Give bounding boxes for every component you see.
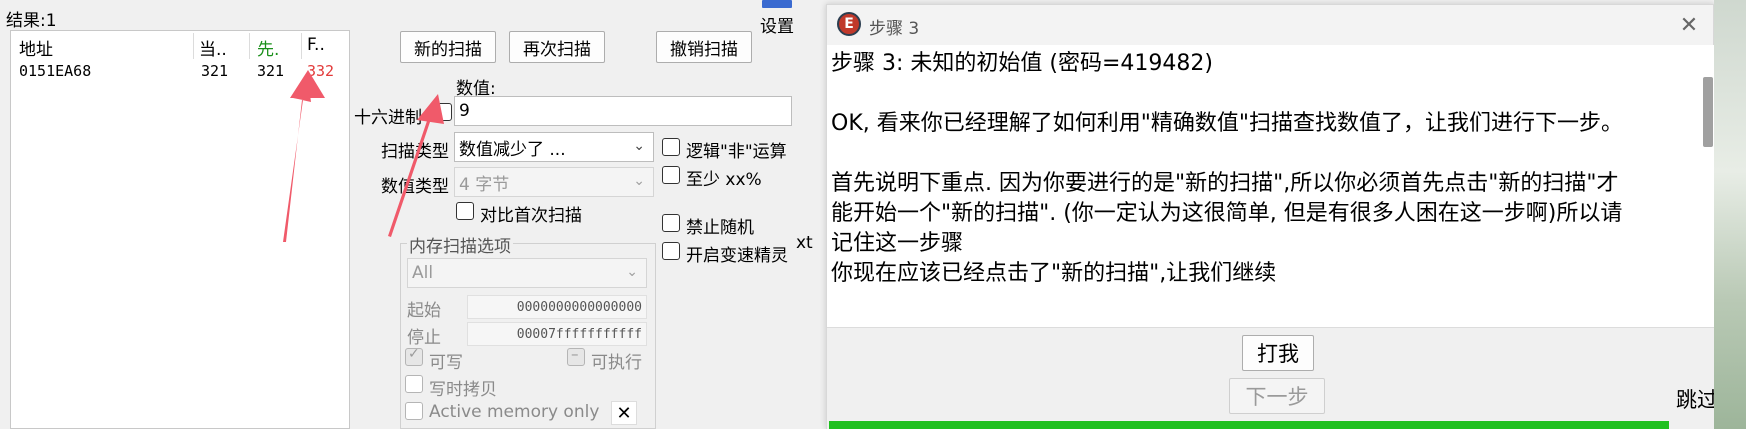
dialog-paragraph-2-line-1: 首先说明下重点. 因为你要进行的是"新的扫描",所以你必须首先点击"新的扫描"才 [831, 171, 1619, 196]
at-least-checkbox[interactable] [662, 166, 680, 184]
row-current: 321 [201, 62, 229, 80]
start-label: 起始 [407, 301, 441, 321]
close-icon[interactable]: ✕ [611, 401, 637, 425]
annotation-arrows [283, 70, 444, 242]
progress-fill [829, 421, 1669, 429]
writable-label: 可写 [429, 353, 463, 373]
dialog-titlebar: E 步骤 3 ✕ [827, 5, 1713, 45]
cheat-engine-panel: 结果:1 设置 地址 当.. 先. F.. 0151EA68 321 321 3… [0, 0, 813, 429]
app-logo-icon: E [837, 12, 861, 36]
no-random-checkbox[interactable] [662, 214, 680, 232]
desktop-background [1714, 0, 1746, 429]
value-input[interactable]: 9 [454, 96, 792, 126]
dialog-footer: 打我 下一步 跳过 [827, 327, 1718, 429]
arrow-up-icon [283, 80, 311, 242]
dialog-paragraph-1: OK, 看来你已经理解了如何利用"精确数值"扫描查找数值了，让我们进行下一步。 [831, 111, 1623, 136]
undo-scan-button[interactable]: 撤销扫描 [656, 31, 752, 63]
no-random-label: 禁止随机 [686, 218, 754, 238]
value-type-select[interactable]: 4 字节 ⌄ [454, 167, 654, 197]
chevron-down-icon: ⌄ [633, 173, 645, 189]
results-count-label: 结果:1 [6, 11, 57, 31]
executable-checkbox[interactable]: – [567, 345, 585, 366]
scan-type-select[interactable]: 数值减少了 ... ⌄ [454, 132, 654, 162]
chevron-down-icon: ⌄ [633, 138, 645, 154]
executable-label: 可执行 [591, 353, 642, 373]
logic-not-label: 逻辑"非"运算 [686, 142, 787, 162]
dialog-paragraph-2-line-3: 记住这一步骤 [831, 231, 964, 256]
writable-checkbox[interactable]: ✓ [405, 346, 423, 366]
stop-address-input[interactable]: 00007fffffffffff [467, 322, 647, 346]
dialog-paragraph-2-line-2: 能开始一个"新的扫描". (你一定认为这很简单, 但是有很多人困在这一步啊)所以… [831, 201, 1623, 226]
progress-track [829, 421, 1669, 429]
dialog-body: 步骤 3: 未知的初始值 (密码=419482) OK, 看来你已经理解了如何利… [827, 45, 1715, 327]
check-icon: ✓ [408, 346, 420, 362]
column-previous[interactable]: 先. [257, 35, 279, 60]
tutorial-dialog: E 步骤 3 ✕ 步骤 3: 未知的初始值 (密码=419482) OK, 看来… [826, 4, 1718, 429]
close-icon[interactable]: ✕ [1673, 9, 1705, 41]
next-scan-button[interactable]: 再次扫描 [509, 31, 605, 63]
dialog-paragraph-3: 你现在应该已经点击了"新的扫描",让我们继续 [831, 261, 1277, 286]
row-address: 0151EA68 [19, 62, 92, 80]
active-memory-checkbox[interactable] [405, 402, 423, 420]
copy-on-write-label: 写时拷贝 [429, 380, 497, 400]
active-memory-label: Active memory only [429, 402, 600, 422]
edge-text: xt [796, 233, 813, 253]
compare-first-label: 对比首次扫描 [480, 206, 582, 226]
arrowhead-icon [290, 70, 325, 98]
skip-button[interactable]: 跳过 [1676, 384, 1718, 414]
arrowhead-icon [417, 94, 444, 124]
logic-not-checkbox[interactable] [662, 138, 680, 156]
value-type-value: 4 字节 [459, 174, 510, 195]
copy-on-write-checkbox[interactable] [405, 375, 423, 393]
scrollbar-thumb[interactable] [1703, 77, 1713, 147]
column-current[interactable]: 当.. [199, 35, 227, 60]
column-address[interactable]: 地址 [19, 35, 53, 60]
scan-type-value: 数值减少了 ... [459, 139, 566, 160]
indeterminate-icon: – [571, 345, 579, 363]
column-first[interactable]: F.. [307, 35, 325, 55]
next-button[interactable]: 下一步 [1229, 378, 1325, 414]
chevron-down-icon: ⌄ [626, 264, 638, 280]
dialog-heading: 步骤 3: 未知的初始值 (密码=419482) [831, 51, 1213, 76]
speedhack-checkbox[interactable] [662, 242, 680, 260]
memory-scan-options: 内存扫描选项 All ⌄ 起始 0000000000000000 停止 0000… [400, 232, 656, 429]
settings-button[interactable]: 设置 [760, 12, 794, 37]
stop-label: 停止 [407, 328, 441, 348]
new-scan-button[interactable]: 新的扫描 [400, 31, 496, 63]
dialog-title: 步骤 3 [869, 19, 920, 39]
ce-logo-icon[interactable] [762, 0, 792, 8]
start-address-input[interactable]: 0000000000000000 [467, 295, 647, 319]
at-least-label: 至少 xx% [686, 170, 762, 190]
speedhack-label: 开启变速精灵 [686, 246, 788, 266]
hit-me-button[interactable]: 打我 [1242, 335, 1314, 371]
